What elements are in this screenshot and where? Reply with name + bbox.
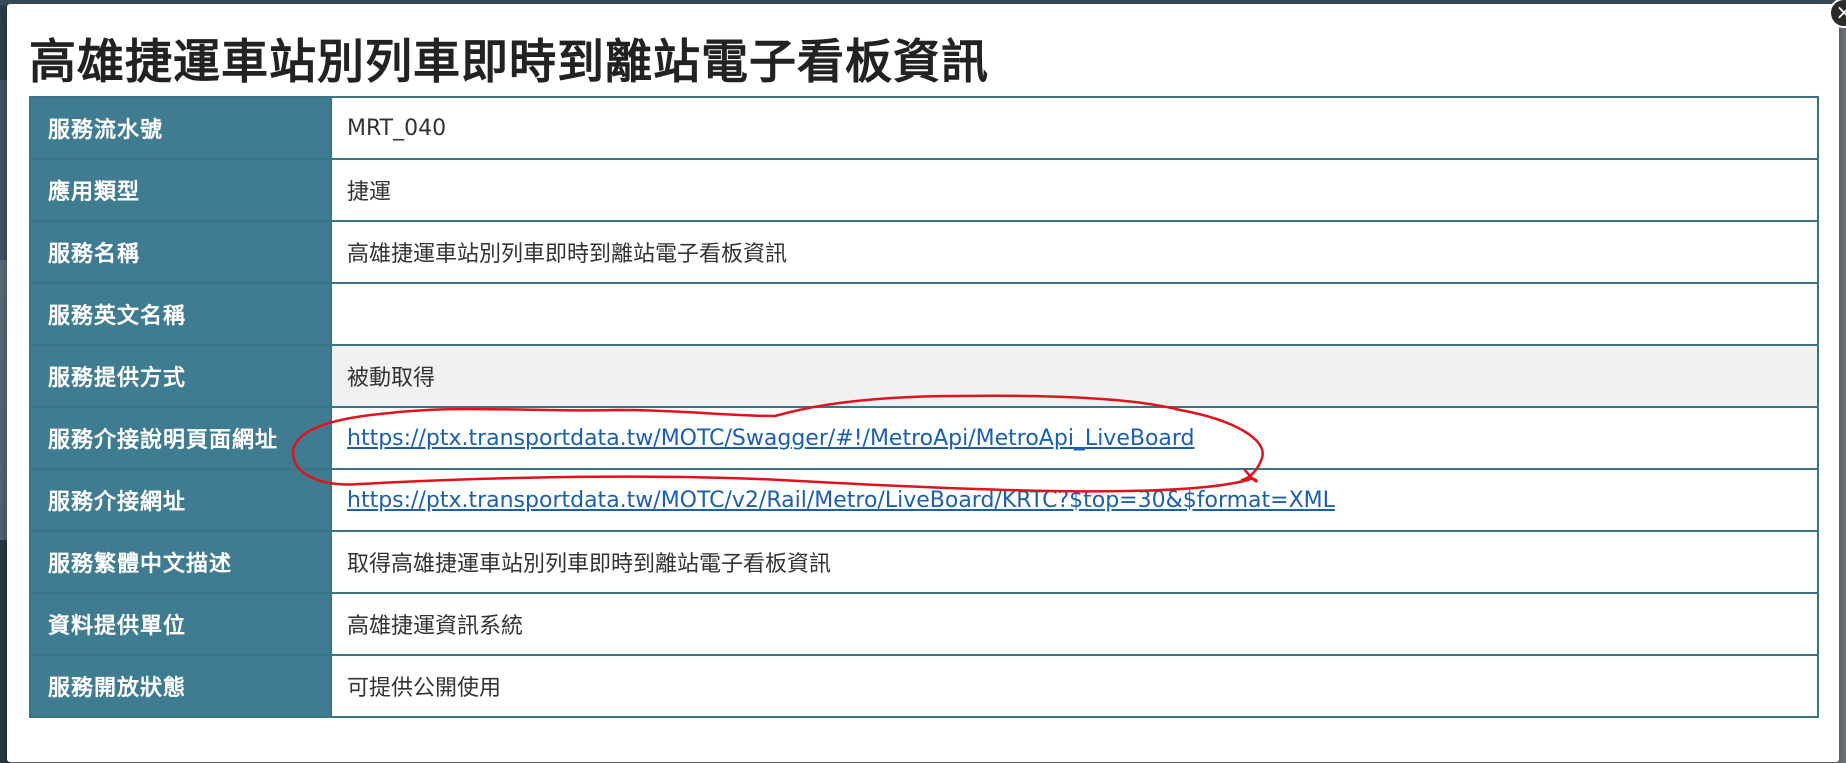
row-service-id: 服務流水號 MRT_040 [29, 96, 1819, 160]
row-value: 取得高雄捷運車站別列車即時到離站電子看板資訊 [330, 530, 1819, 594]
service-info-table: 服務流水號 MRT_040 應用類型 捷運 服務名稱 高雄捷運車站別列車即時到離… [29, 96, 1819, 718]
row-data-provider: 資料提供單位 高雄捷運資訊系統 [29, 592, 1819, 656]
row-api-doc-url: 服務介接說明頁面網址 https://ptx.transportdata.tw/… [29, 406, 1819, 470]
row-value: 可提供公開使用 [330, 654, 1819, 718]
close-button[interactable]: × [1829, 0, 1846, 28]
row-service-english-name: 服務英文名稱 [29, 282, 1819, 346]
row-value: 被動取得 [330, 344, 1819, 408]
row-value-cell: https://ptx.transportdata.tw/MOTC/Swagge… [330, 406, 1819, 470]
row-label: 應用類型 [29, 158, 332, 222]
row-value: MRT_040 [330, 96, 1819, 160]
row-service-name: 服務名稱 高雄捷運車站別列車即時到離站電子看板資訊 [29, 220, 1819, 284]
row-label: 服務介接網址 [29, 468, 332, 532]
api-endpoint-link[interactable]: https://ptx.transportdata.tw/MOTC/v2/Rai… [347, 488, 1335, 513]
modal-title: 高雄捷運車站別列車即時到離站電子看板資訊 [29, 35, 989, 90]
row-chinese-description: 服務繁體中文描述 取得高雄捷運車站別列車即時到離站電子看板資訊 [29, 530, 1819, 594]
row-label: 服務英文名稱 [29, 282, 332, 346]
row-label: 服務繁體中文描述 [29, 530, 332, 594]
api-doc-link[interactable]: https://ptx.transportdata.tw/MOTC/Swagge… [347, 426, 1195, 451]
row-value: 捷運 [330, 158, 1819, 222]
service-detail-modal: × 高雄捷運車站別列車即時到離站電子看板資訊 服務流水號 MRT_040 應用類… [7, 0, 1846, 762]
row-label: 服務名稱 [29, 220, 332, 284]
row-label: 服務流水號 [29, 96, 332, 160]
row-api-url: 服務介接網址 https://ptx.transportdata.tw/MOTC… [29, 468, 1819, 532]
row-service-provision-method: 服務提供方式 被動取得 [29, 344, 1819, 408]
row-label: 服務開放狀態 [29, 654, 332, 718]
row-value: 高雄捷運車站別列車即時到離站電子看板資訊 [330, 220, 1819, 284]
row-value: 高雄捷運資訊系統 [330, 592, 1819, 656]
row-service-status: 服務開放狀態 可提供公開使用 [29, 654, 1819, 718]
row-application-type: 應用類型 捷運 [29, 158, 1819, 222]
row-value-cell: https://ptx.transportdata.tw/MOTC/v2/Rai… [330, 468, 1819, 532]
row-value [330, 282, 1819, 346]
row-label: 資料提供單位 [29, 592, 332, 656]
row-label: 服務介接說明頁面網址 [29, 406, 332, 470]
row-label: 服務提供方式 [29, 344, 332, 408]
